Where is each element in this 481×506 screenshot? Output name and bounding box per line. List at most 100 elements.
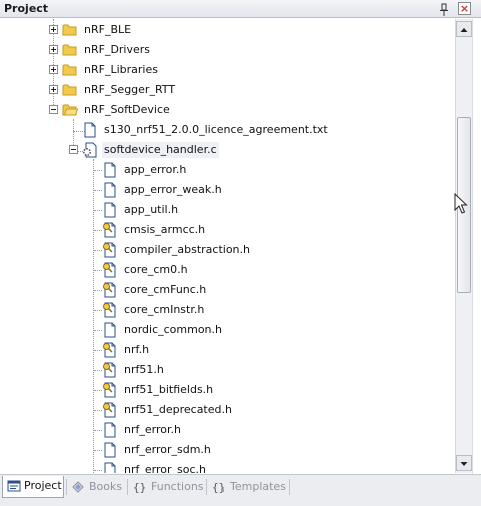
tree-row[interactable]: nRF_BLE: [0, 20, 455, 40]
expand-toggle-icon[interactable]: [49, 25, 58, 34]
file-icon: [102, 462, 118, 473]
tree-item-label: app_util.h: [124, 203, 179, 216]
scroll-down-button[interactable]: [456, 455, 472, 471]
tree-row[interactable]: nrf_error_soc.h: [0, 460, 455, 473]
tree-row[interactable]: s130_nrf51_2.0.0_licence_agreement.txt: [0, 120, 455, 140]
tree-item-label: app_error.h: [124, 163, 187, 176]
header-file-key-icon: [102, 262, 118, 278]
functions-icon: {}: [133, 480, 147, 494]
tree-item-label: nrf_error_sdm.h: [124, 443, 211, 456]
tree-guide-line: [94, 410, 102, 411]
panel-title-bar: Project ×: [0, 0, 481, 18]
tree-item-label: nrf_error.h: [124, 423, 181, 436]
close-icon[interactable]: ×: [458, 2, 471, 15]
tree-row[interactable]: nrf_error_sdm.h: [0, 440, 455, 460]
project-icon: [7, 479, 21, 493]
templates-icon: {}: [212, 480, 226, 494]
tree-guide-line: [94, 350, 102, 351]
collapse-toggle-icon[interactable]: [69, 145, 78, 154]
folder-icon: [62, 22, 78, 38]
tab-label: Books: [89, 480, 123, 493]
tree-row[interactable]: app_error.h: [0, 160, 455, 180]
expand-toggle-icon[interactable]: [49, 65, 58, 74]
folder-icon: [62, 62, 78, 78]
expand-toggle-icon[interactable]: [49, 45, 58, 54]
tree-row[interactable]: nrf51_bitfields.h: [0, 380, 455, 400]
tree-item-label: nRF_Libraries: [84, 63, 158, 76]
scroll-up-button[interactable]: [456, 21, 472, 37]
tree-item-label: core_cm0.h: [124, 263, 188, 276]
tree-row[interactable]: nordic_common.h: [0, 320, 455, 340]
svg-text:{}: {}: [133, 481, 146, 494]
tree-item-label: nrf51_bitfields.h: [124, 383, 214, 396]
pin-icon[interactable]: [437, 2, 451, 16]
tree-guide-line: [94, 210, 102, 211]
tree-guide-line: [94, 310, 102, 311]
file-icon: [102, 202, 118, 218]
tab-label: Project: [24, 479, 62, 492]
tree-item-label: softdevice_handler.c: [102, 142, 219, 158]
tree-row[interactable]: nrf51_deprecated.h: [0, 400, 455, 420]
tree-row[interactable]: softdevice_handler.c: [0, 140, 455, 160]
tree-row[interactable]: nRF_SoftDevice: [0, 100, 455, 120]
header-file-key-icon: [102, 362, 118, 378]
source-file-icon: [82, 142, 98, 158]
svg-text:{}: {}: [212, 481, 225, 494]
tree-row[interactable]: nRF_Segger_RTT: [0, 80, 455, 100]
tree-row[interactable]: nrf51.h: [0, 360, 455, 380]
tab-project[interactable]: Project: [2, 476, 64, 498]
tree-row[interactable]: core_cmInstr.h: [0, 300, 455, 320]
tree-row[interactable]: compiler_abstraction.h: [0, 240, 455, 260]
tree-guide-line: [94, 330, 102, 331]
file-icon: [102, 422, 118, 438]
tree-row[interactable]: nRF_Drivers: [0, 40, 455, 60]
file-icon: [82, 122, 98, 138]
tree-item-label: core_cmFunc.h: [124, 283, 207, 296]
tree-row[interactable]: nRF_Libraries: [0, 60, 455, 80]
tab-separator: [206, 479, 207, 495]
tree-row[interactable]: core_cmFunc.h: [0, 280, 455, 300]
bottom-tab-bar: Project Books {} Functions {} Templates: [0, 474, 481, 506]
tab-separator: [66, 479, 67, 495]
tree-guide-line: [94, 270, 102, 271]
tree-guide-line: [94, 290, 102, 291]
header-file-key-icon: [102, 222, 118, 238]
header-file-key-icon: [102, 402, 118, 418]
tree-item-label: compiler_abstraction.h: [124, 243, 250, 256]
tree-item-label: nrf51_deprecated.h: [124, 403, 232, 416]
tab-templates[interactable]: {} Templates: [212, 477, 288, 497]
tree-row[interactable]: core_cm0.h: [0, 260, 455, 280]
tree-item-label: core_cmInstr.h: [124, 303, 205, 316]
mouse-pointer-icon: [454, 193, 468, 214]
file-icon: [102, 442, 118, 458]
tree-item-label: nRF_SoftDevice: [84, 103, 170, 116]
tree-item-label: nRF_BLE: [84, 23, 132, 36]
tree-guide-line: [94, 390, 102, 391]
vertical-scrollbar[interactable]: [455, 19, 472, 473]
expand-toggle-icon[interactable]: [49, 85, 58, 94]
file-icon: [102, 322, 118, 338]
tree-row[interactable]: nrf.h: [0, 340, 455, 360]
project-panel: Project × nRF_BLE nRF_Drivers nRF_Librarie…: [0, 0, 481, 506]
tab-label: Templates: [230, 480, 286, 493]
tree-item-label: nRF_Drivers: [84, 43, 151, 56]
tab-functions[interactable]: {} Functions: [133, 477, 205, 497]
tree-row[interactable]: nrf_error.h: [0, 420, 455, 440]
tree-guide-line: [94, 230, 102, 231]
file-icon: [102, 162, 118, 178]
tree-guide-line: [94, 450, 102, 451]
tab-books[interactable]: Books: [71, 477, 127, 497]
tree-guide-line: [94, 430, 102, 431]
tree-row[interactable]: app_error_weak.h: [0, 180, 455, 200]
header-file-key-icon: [102, 282, 118, 298]
tree-guide-line: [94, 470, 102, 471]
tree-row[interactable]: app_util.h: [0, 200, 455, 220]
header-file-key-icon: [102, 242, 118, 258]
tab-separator: [127, 479, 128, 495]
tree-row[interactable]: cmsis_armcc.h: [0, 220, 455, 240]
arrow-down-icon: [460, 462, 468, 466]
header-file-key-icon: [102, 302, 118, 318]
project-tree: nRF_BLE nRF_Drivers nRF_Libraries nRF_Segge…: [0, 19, 455, 473]
folder-open-icon: [62, 102, 79, 118]
collapse-toggle-icon[interactable]: [49, 105, 58, 114]
